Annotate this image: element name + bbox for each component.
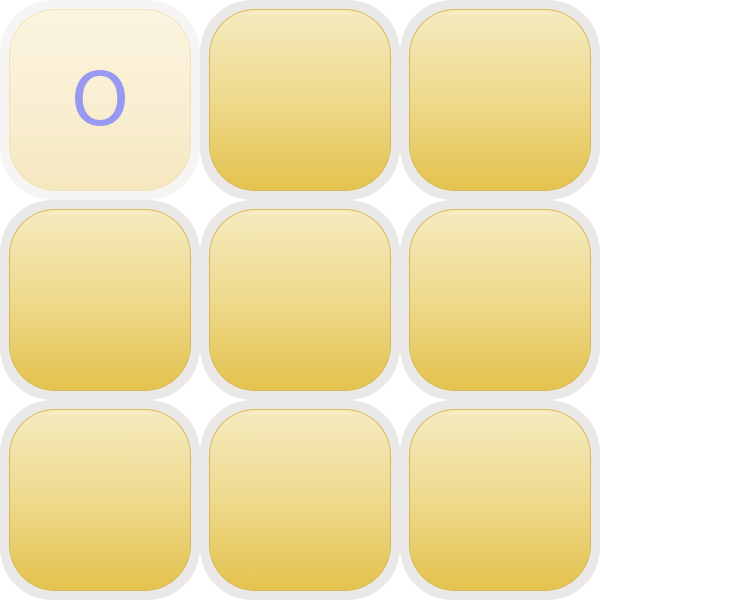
cell-tile: [209, 409, 391, 591]
board-cell-1[interactable]: O: [0, 0, 200, 200]
board-cell-7[interactable]: [0, 400, 200, 600]
cell-tile: [9, 409, 191, 591]
cell-tile: O: [9, 9, 191, 191]
cell-tile: [9, 209, 191, 391]
board-cell-8[interactable]: [200, 400, 400, 600]
cell-tile: [409, 9, 591, 191]
cell-tile: [409, 209, 591, 391]
cell-tile: [209, 9, 391, 191]
cell-tile: [209, 209, 391, 391]
board-cell-2[interactable]: [200, 0, 400, 200]
board-cell-5[interactable]: [200, 200, 400, 400]
o-mark: O: [70, 57, 130, 143]
tic-tac-toe-board: O: [0, 0, 600, 600]
board-cell-6[interactable]: [400, 200, 600, 400]
board-cell-9[interactable]: [400, 400, 600, 600]
cell-tile: [409, 409, 591, 591]
board-cell-3[interactable]: [400, 0, 600, 200]
board-cell-4[interactable]: [0, 200, 200, 400]
